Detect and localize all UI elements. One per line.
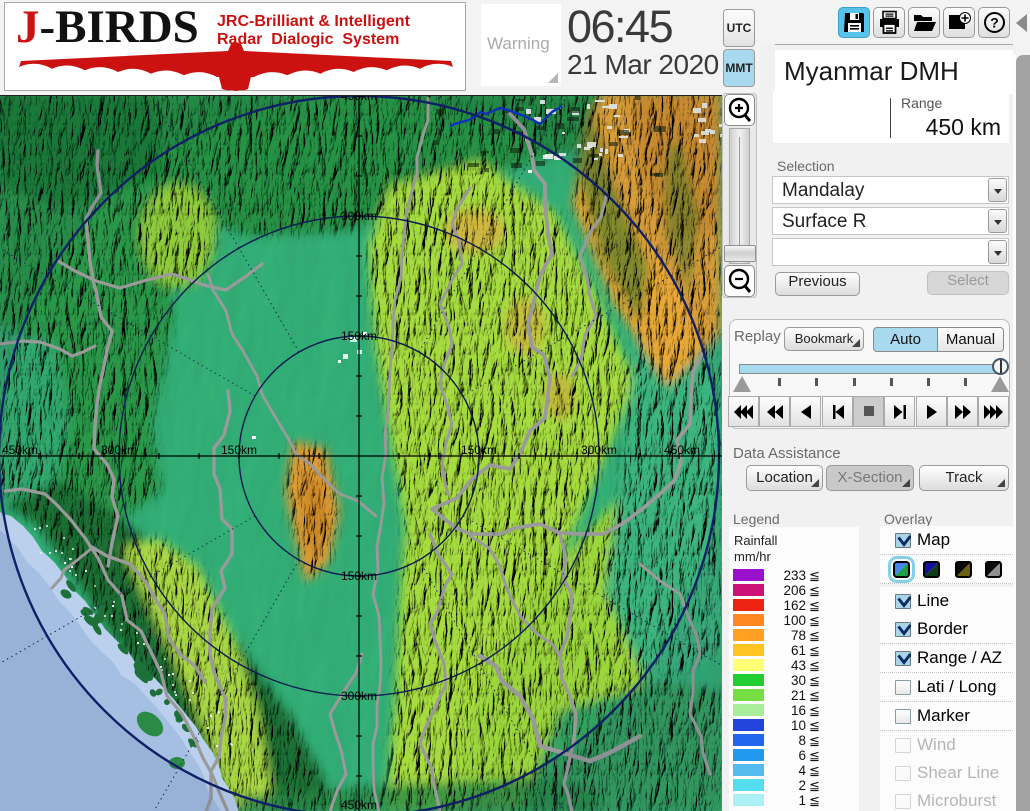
svg-text:150km: 150km bbox=[221, 443, 257, 457]
svg-text:450km: 450km bbox=[2, 443, 38, 457]
svg-text:450km: 450km bbox=[664, 443, 700, 457]
svg-text:450km: 450km bbox=[341, 96, 377, 103]
svg-text:150km: 150km bbox=[461, 443, 497, 457]
svg-text:?: ? bbox=[990, 15, 999, 31]
svg-text:150km: 150km bbox=[341, 329, 377, 343]
svg-text:150km: 150km bbox=[341, 569, 377, 583]
svg-text:300km: 300km bbox=[101, 443, 137, 457]
svg-text:300km: 300km bbox=[581, 443, 617, 457]
svg-text:450km: 450km bbox=[341, 798, 377, 811]
svg-text:300km: 300km bbox=[341, 689, 377, 703]
svg-text:300km: 300km bbox=[341, 209, 377, 223]
